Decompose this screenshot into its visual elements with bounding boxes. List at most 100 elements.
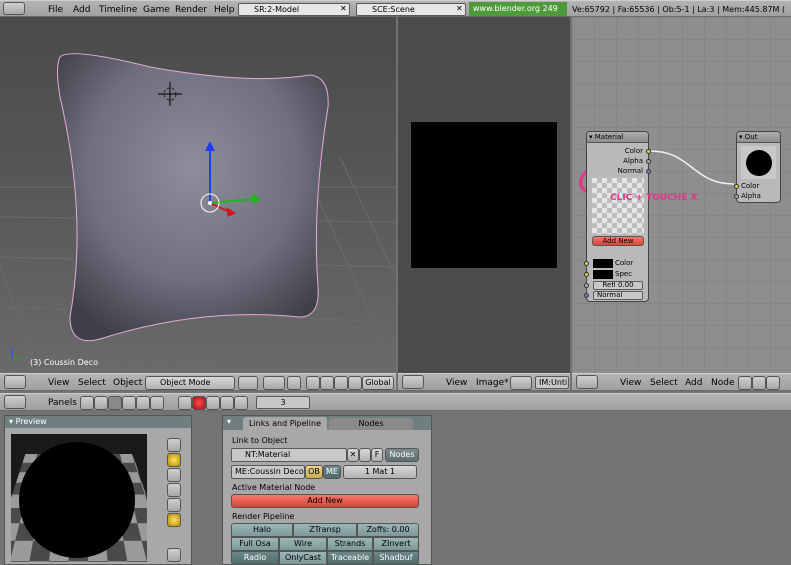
output-node-header[interactable]: ▾ Out	[737, 132, 780, 143]
manipulator-hand-icon[interactable]	[306, 376, 320, 390]
image-browse-icon[interactable]	[510, 376, 532, 390]
ztransp-button[interactable]: ZTransp	[293, 523, 357, 537]
input-refl-socket[interactable]	[584, 283, 589, 288]
zoffs-field[interactable]: Zoffs: 0.00	[357, 523, 419, 537]
spec-swatch[interactable]	[593, 270, 613, 279]
wire-button[interactable]: Wire	[279, 537, 327, 551]
preview-hair-icon[interactable]	[167, 498, 181, 512]
texture-sub-icon[interactable]	[206, 396, 220, 410]
preview-collapse-icon[interactable]: ▾	[9, 417, 13, 426]
material-node[interactable]: ▾ Material Color Alpha Normal Add New Co…	[584, 131, 651, 302]
unlink-nodetree-button[interactable]: ✕	[347, 448, 359, 462]
nodes-toggle-button[interactable]: Nodes	[385, 448, 419, 462]
full-osa-button[interactable]: Full Osa	[231, 537, 279, 551]
tab-nodes[interactable]: Nodes	[329, 418, 413, 430]
node-add-new-button[interactable]: Add New	[592, 236, 644, 246]
pivot-icon[interactable]	[263, 376, 285, 390]
menu-help[interactable]: Help	[214, 5, 235, 15]
scene-selector[interactable]: SCE:Scene	[356, 3, 466, 16]
scene-context-icon[interactable]	[150, 396, 164, 410]
preview-monkey-icon[interactable]	[167, 483, 181, 497]
object-context-icon[interactable]	[122, 396, 136, 410]
radio-button[interactable]: Radio	[231, 551, 279, 565]
link-me-button[interactable]: ME	[323, 465, 341, 479]
frame-number-field[interactable]: 3	[256, 396, 310, 409]
texture-nodes-icon[interactable]	[766, 376, 780, 390]
image-editor-type-icon[interactable]	[402, 375, 424, 389]
node-menu-add[interactable]: Add	[685, 378, 702, 388]
grid-snap-icon[interactable]	[287, 376, 301, 390]
output-node[interactable]: ▾ Out Color Alpha	[734, 131, 781, 203]
fake-user-button[interactable]: F	[371, 448, 383, 462]
preview-flat-icon[interactable]	[167, 438, 181, 452]
lamp-sub-icon[interactable]	[178, 396, 192, 410]
mode-selector[interactable]: Object Mode	[145, 376, 235, 390]
manipulator-scale-icon[interactable]	[348, 376, 362, 390]
shadbuf-button[interactable]: Shadbuf	[373, 551, 419, 565]
shading-context-icon[interactable]	[108, 396, 122, 410]
material-node-header[interactable]: ▾ Material	[587, 132, 648, 143]
radio-sub-icon[interactable]	[220, 396, 234, 410]
input-spec-socket[interactable]	[584, 272, 589, 277]
image-editor[interactable]	[398, 17, 570, 373]
menu-view[interactable]: View	[48, 378, 69, 388]
input-color-socket[interactable]	[584, 261, 589, 266]
3d-viewport[interactable]: (3) Coussin Deco	[0, 17, 396, 373]
composite-nodes-icon[interactable]	[752, 376, 766, 390]
out-color-socket[interactable]	[734, 184, 739, 189]
preview-sky-icon[interactable]	[167, 513, 181, 527]
output-normal-socket[interactable]	[646, 169, 651, 174]
screen-close-icon[interactable]: ✕	[340, 4, 347, 13]
preview-panel-header[interactable]: ▾ Preview	[5, 416, 191, 428]
add-new-material-button[interactable]: Add New	[231, 494, 419, 508]
screen-selector[interactable]: SR:2-Model	[238, 3, 350, 16]
menu-file[interactable]: File	[48, 5, 63, 15]
menu-select[interactable]: Select	[78, 378, 106, 388]
image-menu-view[interactable]: View	[446, 378, 467, 388]
menu-game[interactable]: Game	[143, 5, 170, 15]
mesh-link-field[interactable]: ME:Coussin Deco	[231, 465, 305, 479]
orientation-selector[interactable]: Global	[362, 376, 394, 390]
logic-context-icon[interactable]	[80, 396, 94, 410]
input-normal-socket[interactable]	[584, 293, 589, 298]
color-swatch[interactable]	[593, 259, 613, 268]
node-menu-view[interactable]: View	[620, 378, 641, 388]
menu-timeline[interactable]: Timeline	[99, 5, 137, 15]
refl-slider[interactable]: Refl 0.00	[593, 281, 643, 290]
shader-nodes-icon[interactable]	[738, 376, 752, 390]
preview-refresh-icon[interactable]	[167, 548, 181, 562]
scene-close-icon[interactable]: ✕	[456, 4, 463, 13]
world-sub-icon[interactable]	[234, 396, 248, 410]
preview-sphere-icon[interactable]	[167, 453, 181, 467]
editor-type-icon[interactable]	[4, 375, 26, 389]
image-menu-image[interactable]: Image*	[476, 378, 509, 388]
node-tree-field[interactable]: NT:Material	[231, 448, 347, 462]
manipulator-translate-icon[interactable]	[320, 376, 334, 390]
node-editor[interactable]: ▾ Material Color Alpha Normal Add New Co…	[572, 17, 791, 373]
menu-object[interactable]: Object	[113, 378, 142, 388]
link-ob-button[interactable]: OB	[305, 465, 323, 479]
traceable-button[interactable]: Traceable	[327, 551, 373, 565]
menu-add[interactable]: Add	[73, 5, 90, 15]
fake-user-car-icon[interactable]	[359, 448, 371, 462]
collapse-arrow-icon[interactable]: ▾	[589, 133, 593, 141]
panels-menu[interactable]: Panels	[48, 398, 77, 408]
menu-render[interactable]: Render	[175, 5, 207, 15]
node-editor-type-icon[interactable]	[576, 375, 598, 389]
manipulator-rotate-icon[interactable]	[334, 376, 348, 390]
material-sub-icon[interactable]	[192, 396, 206, 410]
editing-context-icon[interactable]	[136, 396, 150, 410]
strands-button[interactable]: Strands	[327, 537, 373, 551]
output-collapse-icon[interactable]: ▾	[739, 133, 743, 141]
zinvert-button[interactable]: ZInvert	[373, 537, 419, 551]
material-index-field[interactable]: 1 Mat 1	[343, 465, 417, 479]
out-alpha-socket[interactable]	[734, 194, 739, 199]
preview-cube-icon[interactable]	[167, 468, 181, 482]
script-context-icon[interactable]	[94, 396, 108, 410]
buttons-type-icon[interactable]	[4, 395, 26, 409]
output-color-socket[interactable]	[646, 149, 651, 154]
draw-type-icon[interactable]	[238, 376, 258, 390]
node-menu-node[interactable]: Node	[711, 378, 735, 388]
output-alpha-socket[interactable]	[646, 159, 651, 164]
tab-collapse-icon[interactable]: ▾	[227, 417, 231, 426]
